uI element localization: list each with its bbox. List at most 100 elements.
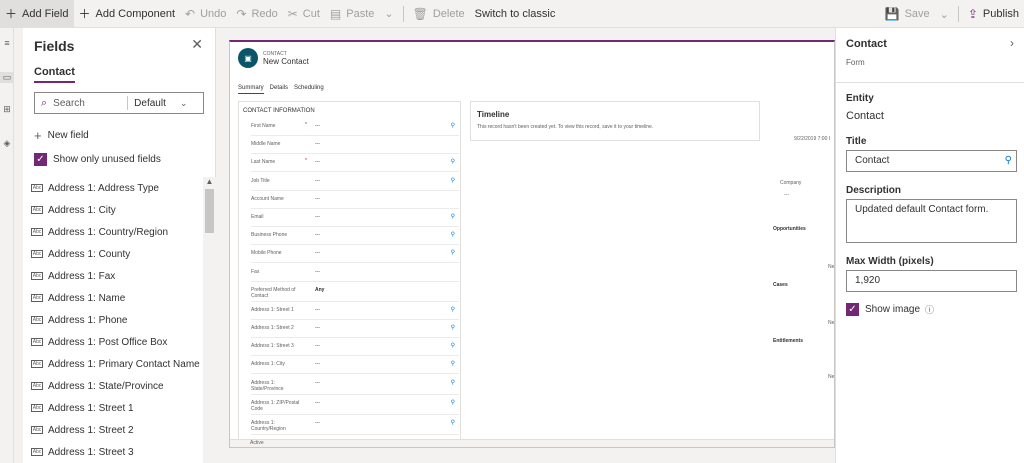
form-field-row[interactable]: Address 1: State/Province --- ⚲ (251, 375, 459, 395)
tab-summary[interactable]: Summary (238, 85, 264, 94)
add-field-button[interactable]: ＋ Add Field (0, 0, 74, 28)
form-field-row[interactable]: First Name * --- ⚲ (251, 118, 459, 136)
field-list-item[interactable]: Abc Address 1: Address Type (23, 177, 203, 199)
paste-options-button[interactable]: ⌄ (379, 0, 398, 28)
close-icon[interactable]: ✕ (191, 36, 203, 53)
record-title: New Contact (263, 56, 309, 66)
fields-icon[interactable]: ▭ (0, 72, 14, 83)
properties-panel: Contact › Form Entity Contact Title Cont… (835, 28, 1024, 463)
form-field-row[interactable]: Account Name --- (251, 191, 459, 209)
pin-icon[interactable]: ⚲ (451, 360, 455, 367)
form-field-row[interactable]: Address 1: Street 2 --- ⚲ (251, 320, 459, 338)
form-field-row[interactable]: Address 1: Street 1 --- ⚲ (251, 302, 459, 320)
field-list-item[interactable]: Abc Address 1: State/Province (23, 375, 203, 397)
field-label: Address 1: State/Province (251, 379, 284, 392)
cut-button[interactable]: ✂ Cut (283, 0, 325, 28)
save-options-button[interactable]: ⌄ (935, 0, 954, 28)
form-field-row[interactable]: Last Name * --- ⚲ (251, 154, 459, 173)
scrollbar-thumb[interactable] (205, 189, 214, 233)
created-date: 9/22/2019 7:00 I (794, 136, 831, 142)
field-value: --- (315, 250, 320, 257)
pin-icon[interactable]: ⚲ (451, 306, 455, 313)
switch-classic-button[interactable]: Switch to classic (470, 0, 561, 28)
form-field-row[interactable]: Middle Name --- (251, 136, 459, 155)
tab-details[interactable]: Details (270, 85, 288, 94)
pin-icon[interactable]: ⚲ (1005, 155, 1012, 166)
save-button[interactable]: 💾 Save (880, 0, 935, 28)
tab-scheduling[interactable]: Scheduling (294, 85, 324, 94)
field-list-item[interactable]: Abc Address 1: Street 1 (23, 397, 203, 419)
tree-view-icon[interactable]: ◈ (0, 138, 14, 149)
field-value: --- (315, 361, 320, 368)
search-input[interactable]: Search (53, 98, 123, 109)
contact-information-section[interactable]: CONTACT INFORMATION First Name * --- ⚲ Middl… (238, 101, 461, 441)
pin-icon[interactable]: ⚲ (451, 158, 455, 165)
form-field-row[interactable]: Address 1: Street 3 --- ⚲ (251, 338, 459, 357)
field-list-item[interactable]: Abc Address 1: County (23, 243, 203, 265)
redo-button[interactable]: ↷ Redo (231, 0, 282, 28)
fields-panel: Fields ✕ Contact ⌕ Search Default ⌄ + New … (23, 28, 216, 463)
form-field-row[interactable]: Address 1: City --- ⚲ (251, 356, 459, 375)
field-list-item[interactable]: Abc Address 1: Country/Region (23, 221, 203, 243)
field-list-item[interactable]: Abc Address 1: Name (23, 287, 203, 309)
form-header: ▣ CONTACT New Contact (238, 48, 309, 68)
pin-icon[interactable]: ⚲ (451, 231, 455, 238)
text-field-icon: Abc (31, 272, 43, 280)
publish-button[interactable]: ⇪ Publish (963, 0, 1024, 28)
pin-icon[interactable]: ⚲ (451, 324, 455, 331)
field-list-item[interactable]: Abc Address 1: Primary Contact Name (23, 353, 203, 375)
field-list-item[interactable]: Abc Address 1: City (23, 199, 203, 221)
delete-button[interactable]: 🗑 Delete (408, 0, 470, 28)
pin-icon[interactable]: ⚲ (451, 419, 455, 426)
timeline-section[interactable]: Timeline This record hasn't been created… (470, 101, 760, 141)
field-value: --- (315, 268, 320, 275)
field-list-item[interactable]: Abc Address 1: Fax (23, 265, 203, 287)
field-filter-dropdown[interactable]: Default ⌄ (127, 96, 187, 110)
title-field[interactable]: Contact ⚲ (846, 150, 1017, 172)
pin-icon[interactable]: ⚲ (451, 249, 455, 256)
field-list-item[interactable]: Abc Address 1: Post Office Box (23, 331, 203, 353)
tab-contact[interactable]: Contact (34, 66, 75, 83)
pin-icon[interactable]: ⚲ (451, 177, 455, 184)
field-value: --- (315, 214, 320, 220)
form-field-row[interactable]: Business Phone --- ⚲ (251, 227, 459, 246)
description-field[interactable]: Updated default Contact form. (846, 199, 1017, 243)
field-name: Address 1: Address Type (48, 182, 159, 194)
chevron-right-icon[interactable]: › (1010, 36, 1014, 50)
show-unused-checkbox[interactable]: ✓ Show only unused fields (34, 153, 161, 166)
field-value: Any (315, 286, 325, 293)
add-component-button[interactable]: ＋ Add Component (74, 0, 181, 28)
field-list-item[interactable]: Abc Address 1: Street 3 (23, 441, 203, 463)
chevron-up-icon[interactable]: ▲ (203, 177, 216, 186)
field-search[interactable]: ⌕ Search Default ⌄ (34, 92, 204, 114)
field-list-item[interactable]: Abc Address 1: Street 2 (23, 419, 203, 441)
pin-icon[interactable]: ⚲ (451, 213, 455, 220)
new-opportunity-link[interactable]: Ne (828, 264, 834, 270)
form-field-row[interactable]: Fax --- (251, 264, 459, 282)
max-width-field[interactable]: 1,920 (846, 270, 1017, 292)
new-case-link[interactable]: Ne (828, 320, 834, 326)
hamburger-icon[interactable]: ≡ (0, 38, 14, 48)
new-entitlement-link[interactable]: Ne (828, 374, 834, 380)
components-icon[interactable]: ⊞ (0, 104, 14, 115)
form-field-row[interactable]: Email --- ⚲ (251, 209, 459, 227)
new-field-button[interactable]: + New field (34, 128, 89, 143)
form-field-row[interactable]: Job Title --- ⚲ (251, 173, 459, 191)
show-image-checkbox[interactable]: ✓ Show image ⓘ (846, 303, 934, 316)
pin-icon[interactable]: ⚲ (451, 342, 455, 349)
pin-icon[interactable]: ⚲ (451, 122, 455, 129)
form-field-row[interactable]: Address 1: ZIP/Postal Code --- ⚲ (251, 395, 459, 415)
pin-icon[interactable]: ⚲ (451, 379, 455, 386)
field-value: --- (315, 141, 320, 148)
form-field-row[interactable]: Preferred Method of Contact Any (251, 282, 459, 302)
max-width-label: Max Width (pixels) (846, 256, 934, 267)
field-list-item[interactable]: Abc Address 1: Phone (23, 309, 203, 331)
form-field-row[interactable]: Mobile Phone --- ⚲ (251, 245, 459, 264)
form-field-row[interactable]: Address 1: Country/Region --- ⚲ (251, 415, 459, 435)
info-icon[interactable]: ⓘ (925, 303, 934, 316)
paste-button[interactable]: ▤ Paste (325, 0, 379, 28)
field-list-scrollbar[interactable]: ▲ (203, 177, 216, 463)
pin-icon[interactable]: ⚲ (451, 399, 455, 406)
undo-button[interactable]: ↶ Undo (180, 0, 231, 28)
field-name: Address 1: Street 2 (48, 424, 134, 436)
